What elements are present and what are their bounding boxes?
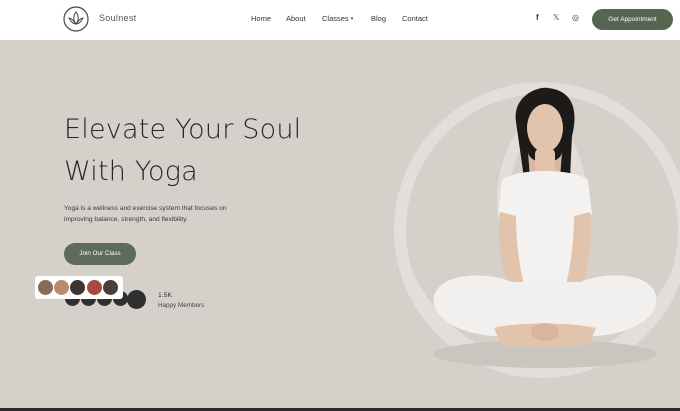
avatar — [102, 279, 119, 296]
yoga-model-image — [433, 87, 657, 368]
nav-classes-label: Classes — [322, 14, 349, 23]
instagram-icon[interactable]: ◎ — [572, 13, 579, 22]
nav-about[interactable]: About — [286, 14, 306, 23]
avatar-placeholder — [127, 290, 146, 309]
join-class-button[interactable]: Join Our Class — [64, 243, 136, 265]
get-appointment-button[interactable]: Get Appointment — [592, 9, 673, 30]
brand-name[interactable]: Soulnest — [99, 13, 136, 23]
nav-contact[interactable]: Contact — [402, 14, 428, 23]
lotus-logo-icon[interactable] — [63, 6, 89, 32]
chevron-down-icon: ▾ — [350, 16, 354, 22]
avatar — [37, 279, 54, 296]
hero-description: Yoga is a wellness and exercise system t… — [64, 205, 227, 223]
avatar — [69, 279, 86, 296]
hero-title-line1: Elevate Your Soul — [64, 114, 302, 145]
site-header: Soulnest Home About Classes ▾ Blog Contac… — [0, 0, 680, 40]
members-label: Happy Members — [158, 302, 205, 309]
nav-blog[interactable]: Blog — [371, 14, 386, 23]
members-count: 1.5K — [158, 292, 172, 299]
x-icon[interactable]: 𝕏 — [553, 13, 559, 22]
nav-home[interactable]: Home — [251, 14, 271, 23]
avatar — [53, 279, 70, 296]
nav-classes[interactable]: Classes ▾ — [322, 14, 353, 23]
avatar — [86, 279, 103, 296]
facebook-icon[interactable]: f — [536, 13, 539, 22]
hero-title-line2: With Yoga — [64, 156, 198, 187]
